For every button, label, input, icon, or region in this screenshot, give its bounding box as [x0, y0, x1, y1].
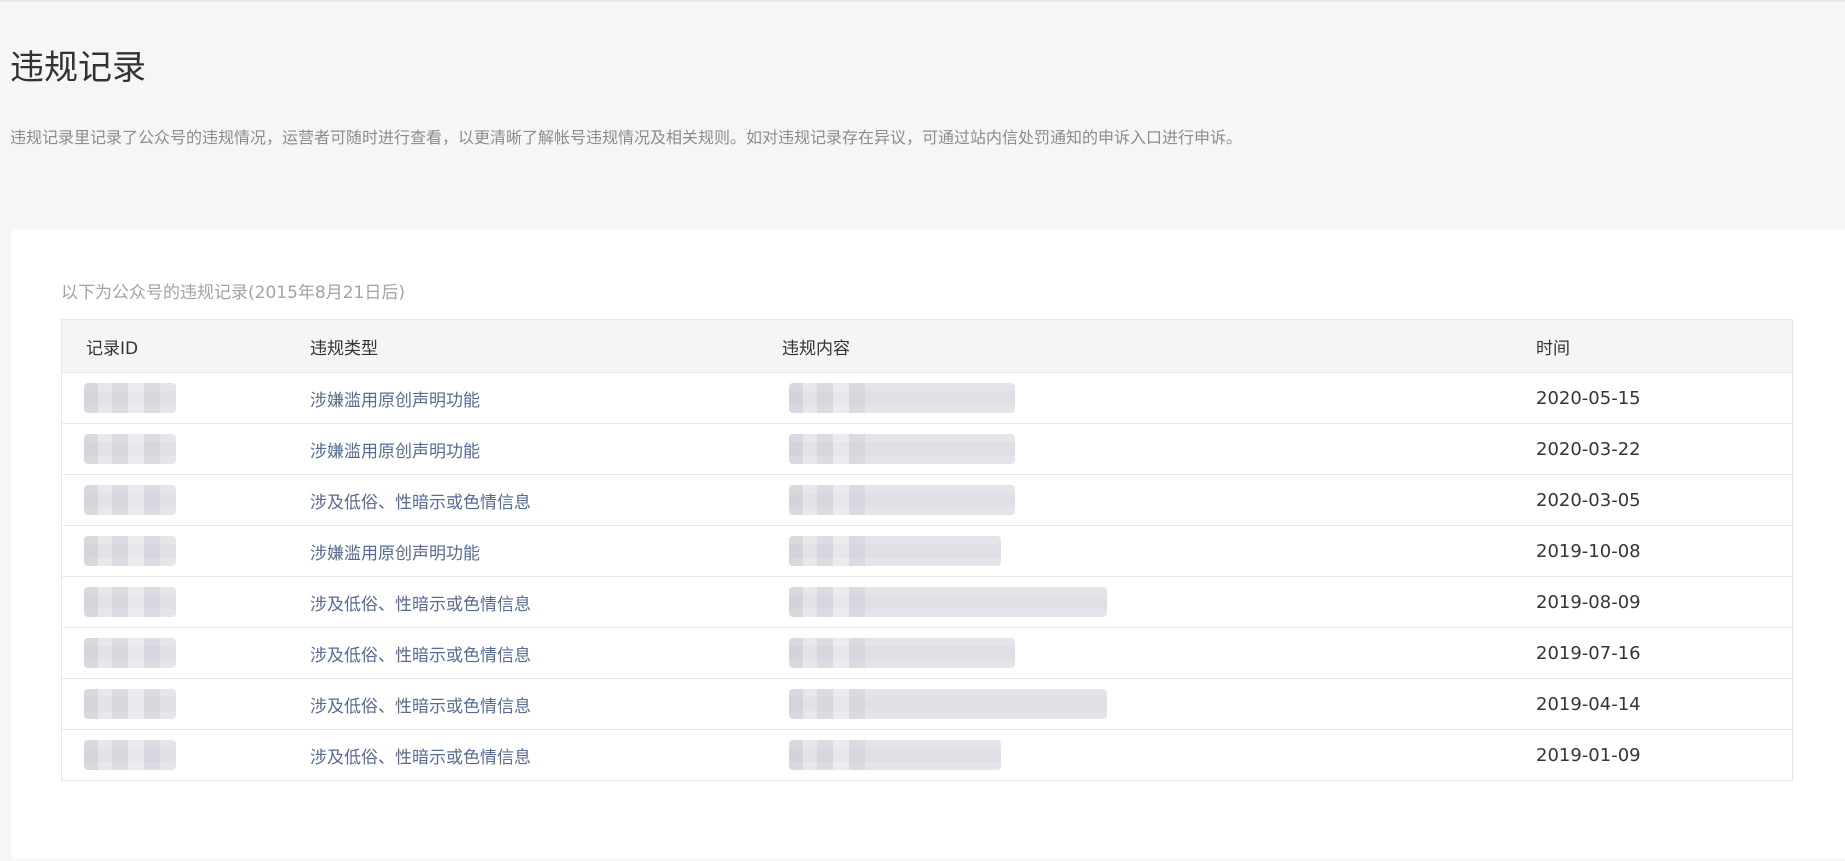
violation-content-redacted [789, 679, 1107, 729]
record-id-redacted [84, 679, 176, 729]
page-title: 违规记录 [10, 48, 146, 88]
record-id-redacted [84, 526, 176, 576]
violation-type[interactable]: 涉及低俗、性暗示或色情信息 [310, 577, 531, 627]
violation-time: 2020-05-15 [1536, 373, 1641, 423]
column-header-time: 时间 [1536, 338, 1570, 359]
violation-content-redacted [789, 526, 1001, 576]
table-row: 涉嫌滥用原创声明功能 2019-10-08 [62, 525, 1792, 576]
violation-time: 2020-03-05 [1536, 475, 1641, 525]
violation-time: 2019-04-14 [1536, 679, 1641, 729]
redaction-block [789, 485, 1015, 515]
redaction-block [84, 383, 176, 413]
record-id-redacted [84, 628, 176, 678]
violation-type-link[interactable]: 涉及低俗、性暗示或色情信息 [310, 743, 531, 768]
violation-type[interactable]: 涉及低俗、性暗示或色情信息 [310, 730, 531, 780]
violation-time: 2019-01-09 [1536, 730, 1641, 780]
redaction-block [789, 536, 1001, 566]
redaction-block [84, 536, 176, 566]
redaction-block [84, 485, 176, 515]
violation-type[interactable]: 涉及低俗、性暗示或色情信息 [310, 628, 531, 678]
violation-time: 2020-03-22 [1536, 424, 1641, 474]
redaction-block [789, 638, 1015, 668]
record-id-redacted [84, 373, 176, 423]
violation-time: 2019-10-08 [1536, 526, 1641, 576]
violation-type-link[interactable]: 涉及低俗、性暗示或色情信息 [310, 692, 531, 717]
violation-time-text: 2020-03-22 [1536, 438, 1641, 460]
violation-type[interactable]: 涉嫌滥用原创声明功能 [310, 526, 480, 576]
table-header: 记录ID 违规类型 违规内容 时间 [62, 320, 1792, 372]
redaction-block [789, 383, 1015, 413]
page-description: 违规记录里记录了公众号的违规情况，运营者可随时进行查看，以更清晰了解帐号违规情况… [10, 128, 1243, 147]
violation-type[interactable]: 涉及低俗、性暗示或色情信息 [310, 475, 531, 525]
record-id-redacted [84, 730, 176, 780]
redaction-block [84, 638, 176, 668]
violation-time-text: 2019-07-16 [1536, 642, 1641, 664]
violation-type-link[interactable]: 涉嫌滥用原创声明功能 [310, 386, 480, 411]
violation-type[interactable]: 涉及低俗、性暗示或色情信息 [310, 679, 531, 729]
redaction-block [789, 434, 1015, 464]
column-header-content: 违规内容 [782, 338, 850, 359]
violation-time-text: 2020-05-15 [1536, 387, 1641, 409]
records-caption: 以下为公众号的违规记录(2015年8月21日后) [61, 283, 405, 303]
top-divider [0, 0, 1845, 2]
violation-time-text: 2019-10-08 [1536, 540, 1641, 562]
table-row: 涉及低俗、性暗示或色情信息 2020-03-05 [62, 474, 1792, 525]
table-row: 涉及低俗、性暗示或色情信息 2019-04-14 [62, 678, 1792, 729]
violation-time-text: 2019-01-09 [1536, 744, 1641, 766]
column-header-type: 违规类型 [310, 338, 378, 359]
violation-content-redacted [789, 730, 1001, 780]
violation-content-redacted [789, 577, 1107, 627]
redaction-block [789, 587, 1107, 617]
redaction-block [84, 587, 176, 617]
redaction-block [84, 689, 176, 719]
table-row: 涉嫌滥用原创声明功能 2020-03-22 [62, 423, 1792, 474]
violation-type-link[interactable]: 涉嫌滥用原创声明功能 [310, 437, 480, 462]
table-row: 涉嫌滥用原创声明功能 2020-05-15 [62, 372, 1792, 423]
violation-time-text: 2020-03-05 [1536, 489, 1641, 511]
record-id-redacted [84, 577, 176, 627]
violation-time-text: 2019-04-14 [1536, 693, 1641, 715]
redaction-block [84, 434, 176, 464]
record-id-redacted [84, 475, 176, 525]
violation-type[interactable]: 涉嫌滥用原创声明功能 [310, 424, 480, 474]
violation-table: 记录ID 违规类型 违规内容 时间 涉嫌滥用原创声明功能 2020-05-15 … [61, 319, 1793, 781]
records-card: 以下为公众号的违规记录(2015年8月21日后) 记录ID 违规类型 违规内容 … [11, 229, 1845, 859]
column-header-id: 记录ID [86, 338, 139, 359]
violation-time: 2019-07-16 [1536, 628, 1641, 678]
redaction-block [789, 740, 1001, 770]
redaction-block [789, 689, 1107, 719]
violation-type[interactable]: 涉嫌滥用原创声明功能 [310, 373, 480, 423]
violation-time: 2019-08-09 [1536, 577, 1641, 627]
violation-type-link[interactable]: 涉及低俗、性暗示或色情信息 [310, 641, 531, 666]
violation-content-redacted [789, 424, 1015, 474]
record-id-redacted [84, 424, 176, 474]
violation-content-redacted [789, 475, 1015, 525]
table-row: 涉及低俗、性暗示或色情信息 2019-01-09 [62, 729, 1792, 780]
redaction-block [84, 740, 176, 770]
violation-content-redacted [789, 373, 1015, 423]
table-row: 涉及低俗、性暗示或色情信息 2019-08-09 [62, 576, 1792, 627]
table-row: 涉及低俗、性暗示或色情信息 2019-07-16 [62, 627, 1792, 678]
violation-type-link[interactable]: 涉及低俗、性暗示或色情信息 [310, 488, 531, 513]
violation-time-text: 2019-08-09 [1536, 591, 1641, 613]
violation-content-redacted [789, 628, 1015, 678]
violation-type-link[interactable]: 涉及低俗、性暗示或色情信息 [310, 590, 531, 615]
violation-type-link[interactable]: 涉嫌滥用原创声明功能 [310, 539, 480, 564]
